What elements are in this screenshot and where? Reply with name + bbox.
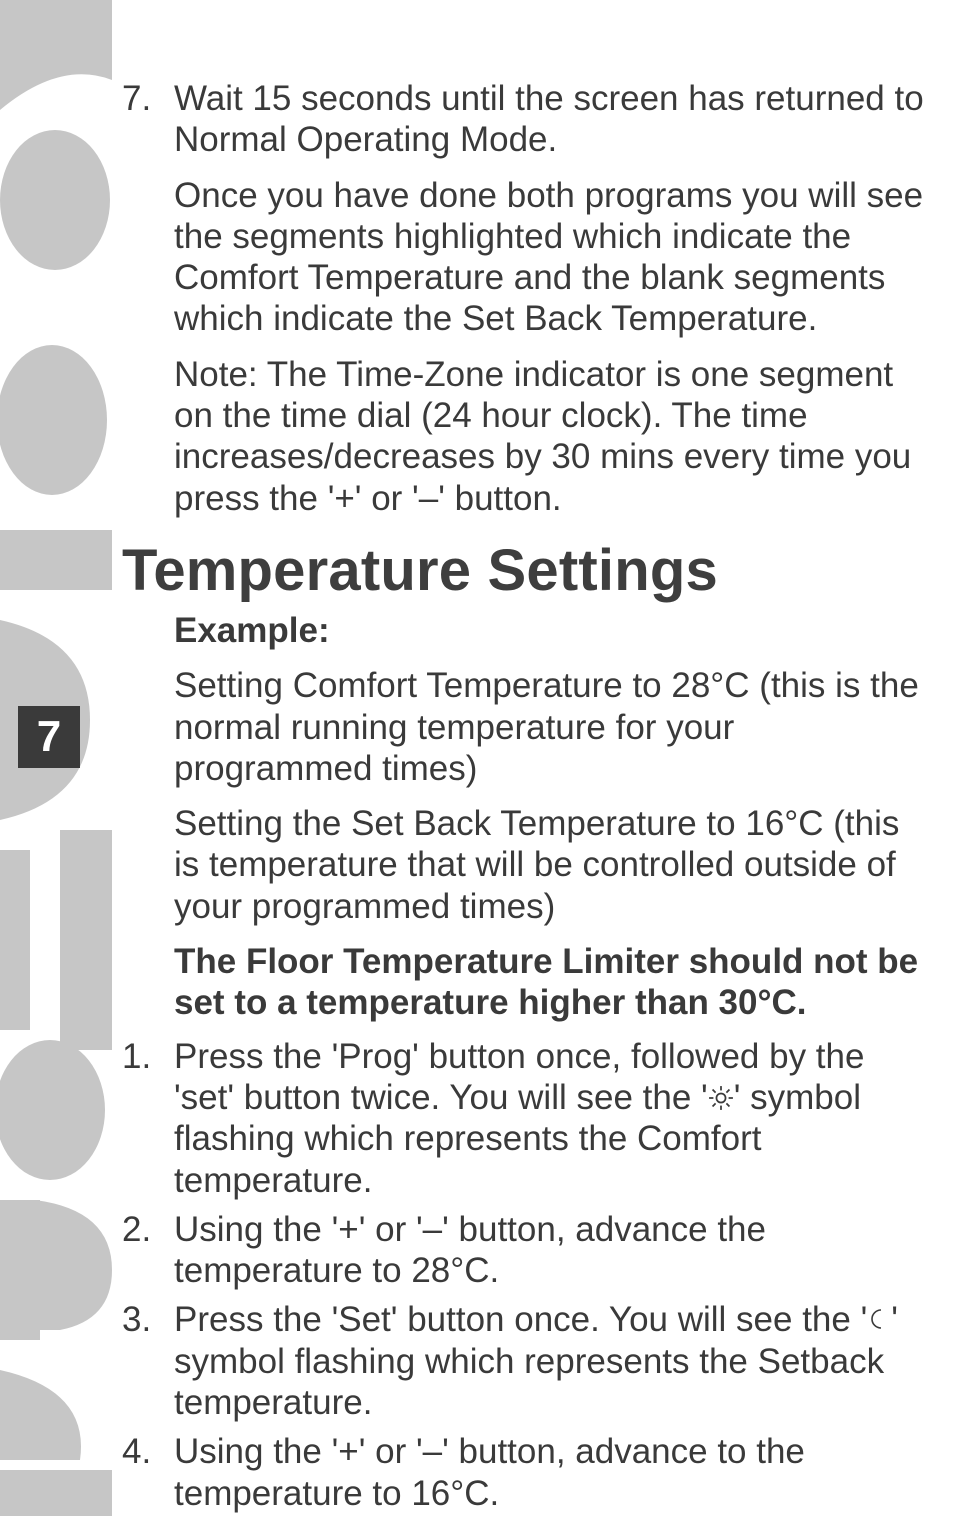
list-number: 4.: [122, 1431, 174, 1514]
list-item: 1. Press the 'Prog' button once, followe…: [122, 1036, 934, 1201]
content-column: 7. Wait 15 seconds until the screen has …: [122, 78, 934, 1516]
text-run: Press the 'Set' button once. You will se…: [174, 1300, 867, 1339]
list-body: Using the '+' or '–' button, advance the…: [174, 1209, 934, 1292]
paragraph: Once you have done both programs you wil…: [174, 175, 934, 340]
paragraph: Wait 15 seconds until the screen has ret…: [174, 78, 934, 161]
list-number: 1.: [122, 1036, 174, 1201]
paragraph: Setting Comfort Temperature to 28°C (thi…: [174, 665, 934, 789]
list-body: Using the '+' or '–' button, advance to …: [174, 1431, 934, 1514]
list-item: 2. Using the '+' or '–' button, advance …: [122, 1209, 934, 1292]
list-body: Press the 'Prog' button once, followed b…: [174, 1036, 934, 1201]
paragraph: Setting the Set Back Temperature to 16°C…: [174, 803, 934, 927]
sun-icon: [708, 1078, 734, 1117]
moon-icon: [867, 1300, 891, 1339]
ordered-list-1: 7. Wait 15 seconds until the screen has …: [122, 78, 934, 519]
paragraph-bold: The Floor Temperature Limiter should not…: [174, 941, 934, 1024]
paragraph: Note: The Time-Zone indicator is one seg…: [174, 354, 934, 519]
list-body: Wait 15 seconds until the screen has ret…: [174, 78, 934, 519]
list-number: 7.: [122, 78, 174, 519]
ordered-list-2: 1. Press the 'Prog' button once, followe…: [122, 1036, 934, 1514]
list-number: 2.: [122, 1209, 174, 1292]
list-item: 7. Wait 15 seconds until the screen has …: [122, 78, 934, 519]
list-item: 4. Using the '+' or '–' button, advance …: [122, 1431, 934, 1514]
page-number: 7: [18, 706, 80, 768]
section-heading: Temperature Settings: [122, 537, 934, 604]
list-item: 3. Press the 'Set' button once. You will…: [122, 1299, 934, 1423]
example-label: Example:: [174, 610, 934, 651]
list-body: Press the 'Set' button once. You will se…: [174, 1299, 934, 1423]
list-number: 3.: [122, 1299, 174, 1423]
page: 7 7. Wait 15 seconds until the screen ha…: [0, 0, 954, 1516]
